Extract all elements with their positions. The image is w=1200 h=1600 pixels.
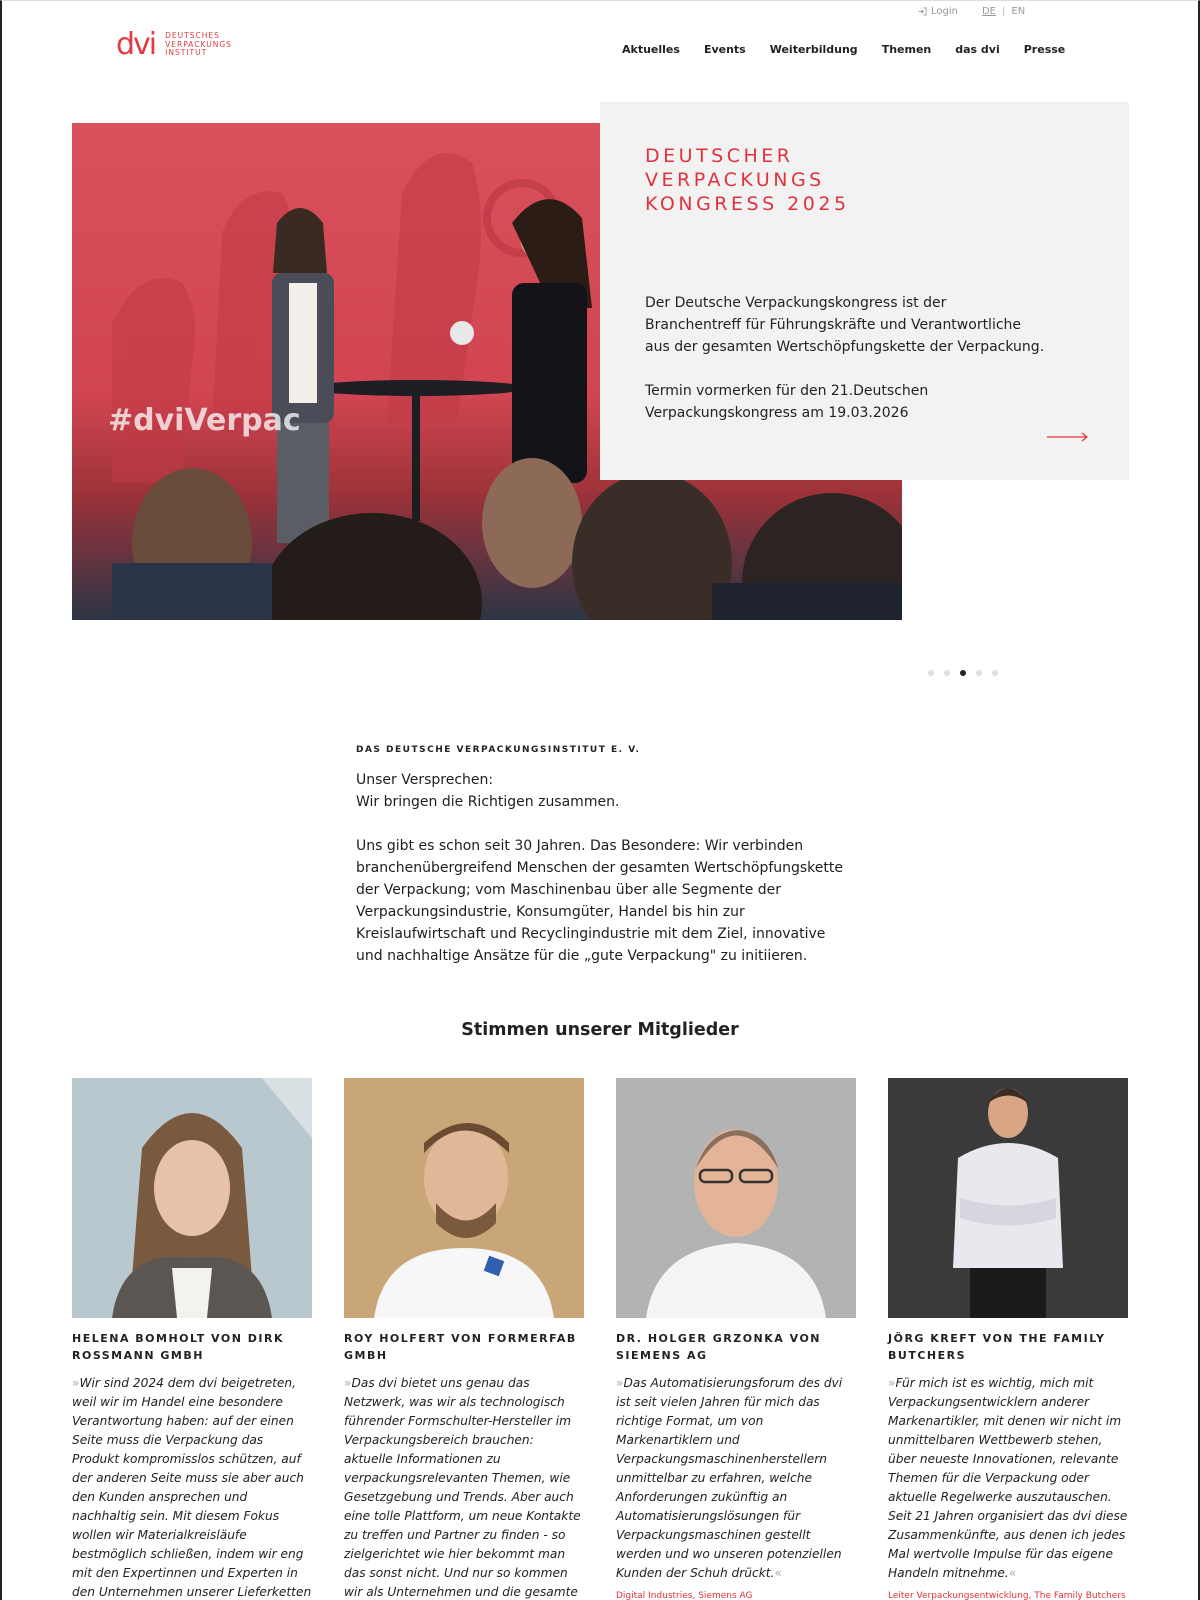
member-photo (888, 1078, 1128, 1318)
member-quote: »Das Automatisierungsforum des dvi ist s… (616, 1374, 856, 1583)
hero-title-line: DEUTSCHER (645, 145, 794, 167)
nav-item-events[interactable]: Events (704, 43, 746, 56)
member-photo (616, 1078, 856, 1318)
member-card: JÖRG KREFT VON THE FAMILY BUTCHERS »Für … (888, 1078, 1128, 1600)
nav-item-das-dvi[interactable]: das dvi (955, 43, 1000, 56)
hero-photo-hashtag: #dviVerpac (108, 403, 301, 438)
intro-kicker: DAS DEUTSCHE VERPACKUNGSINSTITUT E. V. (356, 745, 641, 755)
member-quote: »Das dvi bietet uns genau das Netzwerk, … (344, 1374, 584, 1600)
intro-lead: Unser Versprechen: Wir bringen die Richt… (356, 769, 856, 813)
hero-title-line: VERPACKUNGS (645, 169, 825, 191)
member-card: HELENA BOMHOLT VON DIRK ROSSMANN GMBH »W… (72, 1078, 312, 1600)
member-name: ROY HOLFERT VON FORMERFAB GMBH (344, 1332, 577, 1362)
members-heading: Stimmen unserer Mitglieder (461, 1020, 739, 1040)
logo-line: INSTITUT (165, 48, 208, 58)
member-quote-text: Für mich ist es wichtig, mich mit Verpac… (888, 1376, 1128, 1580)
member-photo (344, 1078, 584, 1318)
slider-dot-active[interactable] (960, 670, 966, 676)
member-card: DR. HOLGER GRZONKA VON SIEMENS AG »Das A… (616, 1078, 856, 1600)
slider-dot[interactable] (944, 670, 950, 676)
member-quote: »Für mich ist es wichtig, mich mit Verpa… (888, 1374, 1128, 1583)
arrow-right-icon[interactable] (1047, 432, 1089, 442)
slider-dots (928, 670, 998, 676)
intro-section: DAS DEUTSCHE VERPACKUNGSINSTITUT E. V. U… (356, 745, 856, 967)
intro-body: Uns gibt es schon seit 30 Jahren. Das Be… (356, 838, 843, 964)
nav-item-presse[interactable]: Presse (1024, 43, 1066, 56)
member-name: JÖRG KREFT VON THE FAMILY BUTCHERS (888, 1332, 1106, 1362)
portrait-illustration (888, 1078, 1128, 1318)
slider-dot[interactable] (976, 670, 982, 676)
logo[interactable]: dvi DEUTSCHES VERPACKUNGS INSTITUT (116, 30, 232, 60)
login-icon (918, 7, 927, 16)
hero-title-line: KONGRESS 2025 (645, 193, 850, 215)
member-photo (72, 1078, 312, 1318)
intro-lead-line: Wir bringen die Richtigen zusammen. (356, 794, 620, 810)
quote-close-mark: « (774, 1566, 782, 1580)
member-quote-text: Wir sind 2024 dem dvi beigetreten, weil … (72, 1376, 312, 1599)
slider-dot[interactable] (928, 670, 934, 676)
intro-lead-line: Unser Versprechen: (356, 772, 494, 788)
member-card: ROY HOLFERT VON FORMERFAB GMBH »Das dvi … (344, 1078, 584, 1600)
member-quote-text: Das Automatisierungsforum des dvi ist se… (616, 1376, 843, 1580)
hero-paragraph: Termin vormerken für den 21.Deutschen Ve… (645, 383, 929, 421)
lang-separator: | (1002, 6, 1006, 17)
hero-card[interactable]: DEUTSCHER VERPACKUNGS KONGRESS 2025 Der … (600, 102, 1129, 480)
portrait-illustration (72, 1078, 312, 1318)
logo-wordmark: DEUTSCHES VERPACKUNGS INSTITUT (165, 32, 232, 58)
member-role: Digital Industries, Siemens AG (616, 1591, 753, 1600)
lang-en[interactable]: EN (1011, 6, 1025, 17)
member-role: Leiter Verpackungsentwicklung, The Famil… (888, 1591, 1126, 1600)
login-link[interactable]: Login (918, 6, 958, 17)
portrait-illustration (344, 1078, 584, 1318)
members-grid: HELENA BOMHOLT VON DIRK ROSSMANN GMBH »W… (72, 1078, 1128, 1600)
quote-close-mark: « (1008, 1566, 1017, 1580)
nav-item-aktuelles[interactable]: Aktuelles (622, 43, 680, 56)
member-quote: »Wir sind 2024 dem dvi beigetreten, weil… (72, 1374, 312, 1600)
portrait-illustration (616, 1078, 856, 1318)
logo-mark: dvi (116, 27, 157, 62)
hero-text: Der Deutsche Verpackungskongress ist der… (645, 292, 1045, 424)
lang-de[interactable]: DE (982, 6, 996, 17)
utility-bar: Login DE | EN (918, 6, 1031, 17)
hero-paragraph: Der Deutsche Verpackungskongress ist der… (645, 295, 1045, 355)
nav-item-weiterbildung[interactable]: Weiterbildung (770, 43, 858, 56)
slider-dot[interactable] (992, 670, 998, 676)
main-nav: Aktuelles Events Weiterbildung Themen da… (622, 43, 1065, 56)
login-label: Login (931, 6, 958, 17)
hero-title: DEUTSCHER VERPACKUNGS KONGRESS 2025 (645, 144, 905, 216)
nav-item-themen[interactable]: Themen (882, 43, 932, 56)
member-quote-text: Das dvi bietet uns genau das Netzwerk, w… (344, 1376, 581, 1599)
member-name: DR. HOLGER GRZONKA VON SIEMENS AG (616, 1332, 821, 1362)
member-name: HELENA BOMHOLT VON DIRK ROSSMANN GMBH (72, 1332, 284, 1362)
